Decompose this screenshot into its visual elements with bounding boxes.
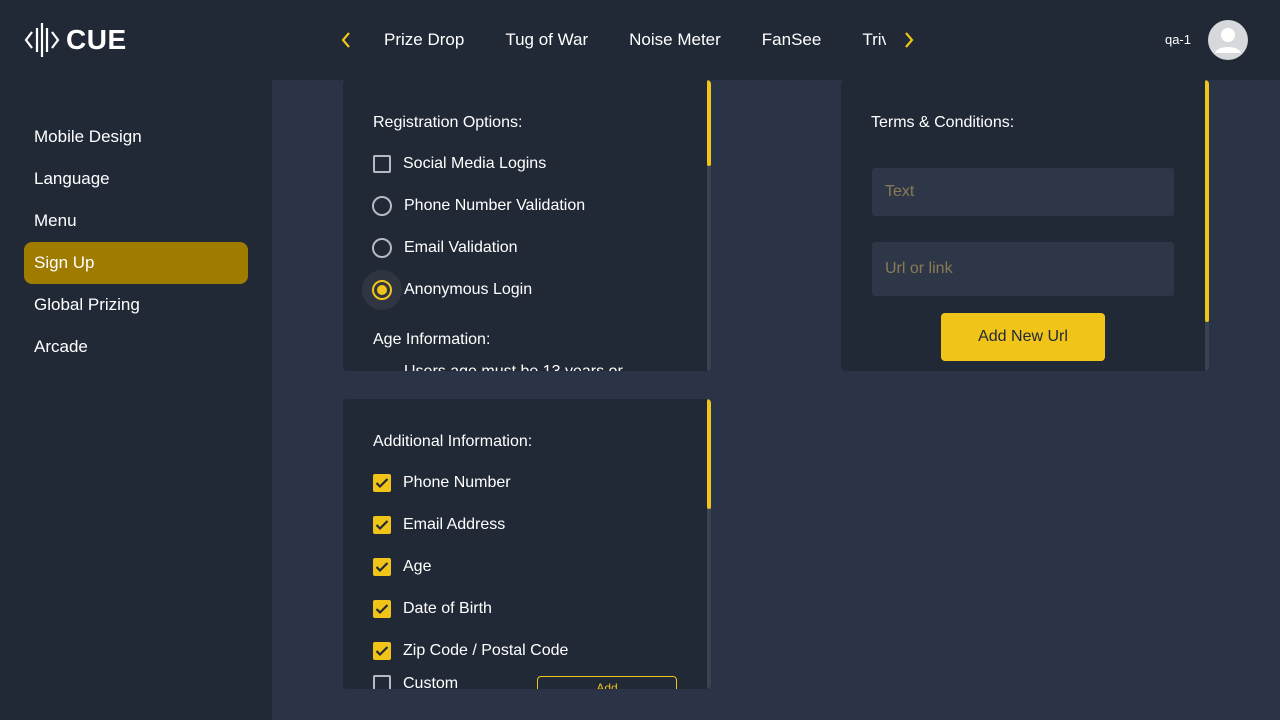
- option-phone-number-validation[interactable]: Phone Number Validation: [372, 192, 585, 220]
- checkmark-icon: [375, 520, 389, 531]
- sidebar-item-mobile-design[interactable]: Mobile Design: [24, 116, 248, 158]
- option-social-media-logins[interactable]: Social Media Logins: [373, 150, 546, 178]
- add-new-url-button[interactable]: Add New Url: [941, 313, 1105, 361]
- field-custom[interactable]: Custom: [373, 670, 458, 689]
- checkbox[interactable]: [373, 675, 391, 689]
- age-information-title: Age Information:: [373, 331, 491, 348]
- option-label: Phone Number Validation: [404, 197, 586, 214]
- terms-text-input[interactable]: [872, 168, 1174, 216]
- top-bar: CUE Prize Drop Tug of War Noise Meter FanSe…: [0, 0, 1280, 80]
- user-avatar-button[interactable]: [1208, 20, 1248, 60]
- checkbox-checked[interactable]: [373, 558, 391, 576]
- checkbox-checked[interactable]: [373, 600, 391, 618]
- checkmark-icon: [375, 478, 389, 489]
- radio-button[interactable]: [372, 196, 392, 216]
- checkbox-checked[interactable]: [373, 474, 391, 492]
- brand-logo[interactable]: CUE: [24, 20, 127, 60]
- age-requirement-text: Users age must be 13 years or: [404, 363, 623, 371]
- field-age[interactable]: Age: [373, 553, 431, 581]
- sidebar-item-global-prizing[interactable]: Global Prizing: [24, 284, 248, 326]
- add-custom-field-button[interactable]: Add: [537, 676, 677, 689]
- brand-name: CUE: [66, 24, 127, 55]
- field-label: Date of Birth: [403, 600, 492, 617]
- user-name: qa-1: [1164, 32, 1191, 47]
- user-avatar-icon: [1215, 28, 1241, 53]
- scrollbar-thumb[interactable]: [1205, 80, 1209, 322]
- feature-tabs: Prize Drop Tug of War Noise Meter FanSee Tri…: [372, 24, 886, 56]
- checkmark-icon: [375, 646, 389, 657]
- checkmark-icon: [375, 604, 389, 615]
- radio-button-selected[interactable]: [362, 270, 402, 310]
- field-label: Zip Code / Postal Code: [403, 642, 569, 659]
- checkbox-checked[interactable]: [373, 642, 391, 660]
- field-date-of-birth[interactable]: Date of Birth: [373, 595, 492, 623]
- radio-button[interactable]: [372, 238, 392, 258]
- checkmark-icon: [375, 562, 389, 573]
- field-label: Custom: [403, 675, 459, 689]
- scrollbar-thumb[interactable]: [707, 80, 711, 166]
- additional-information-card: Additional Information: Phone Number Ema…: [343, 399, 711, 689]
- option-label: Social Media Logins: [403, 155, 547, 172]
- field-phone-number[interactable]: Phone Number: [373, 469, 511, 497]
- sidebar-item-sign-up[interactable]: Sign Up: [24, 242, 248, 284]
- field-zip-code[interactable]: Zip Code / Postal Code: [373, 637, 568, 665]
- field-label: Age: [403, 558, 432, 575]
- tab-trivia[interactable]: Triv: [862, 24, 886, 56]
- tab-prize-drop[interactable]: Prize Drop: [384, 24, 464, 56]
- sidebar-item-menu[interactable]: Menu: [24, 200, 248, 242]
- nav-next-button[interactable]: [897, 24, 921, 56]
- tab-tug-of-war[interactable]: Tug of War: [505, 24, 588, 56]
- chevron-right-icon: [905, 32, 914, 48]
- sidebar-item-arcade[interactable]: Arcade: [24, 326, 248, 368]
- terms-conditions-title: Terms & Conditions:: [871, 114, 1015, 131]
- sidebar: Mobile Design Language Menu Sign Up Glob…: [0, 80, 272, 720]
- scrollbar-thumb[interactable]: [707, 399, 711, 509]
- sidebar-item-language[interactable]: Language: [24, 158, 248, 200]
- field-email-address[interactable]: Email Address: [373, 511, 505, 539]
- nav-prev-button[interactable]: [334, 24, 358, 56]
- option-email-validation[interactable]: Email Validation: [372, 234, 518, 262]
- field-label: Phone Number: [403, 474, 511, 491]
- terms-url-input[interactable]: [872, 242, 1174, 296]
- option-label: Anonymous Login: [404, 281, 533, 298]
- registration-options-title: Registration Options:: [373, 114, 523, 131]
- main-content: Registration Options: Social Media Login…: [272, 80, 1280, 720]
- additional-information-title: Additional Information:: [373, 433, 533, 450]
- registration-options-card: Registration Options: Social Media Login…: [343, 80, 711, 371]
- checkbox-checked[interactable]: [373, 516, 391, 534]
- terms-conditions-card: Terms & Conditions: Add New Url: [841, 80, 1209, 371]
- chevron-left-icon: [341, 32, 350, 48]
- tab-fansee[interactable]: FanSee: [762, 24, 822, 56]
- field-label: Email Address: [403, 516, 506, 533]
- checkbox[interactable]: [373, 155, 391, 173]
- option-anonymous-login[interactable]: Anonymous Login: [362, 270, 533, 310]
- option-label: Email Validation: [404, 239, 518, 256]
- tab-noise-meter[interactable]: Noise Meter: [629, 24, 721, 56]
- cue-logo-icon: [24, 23, 60, 57]
